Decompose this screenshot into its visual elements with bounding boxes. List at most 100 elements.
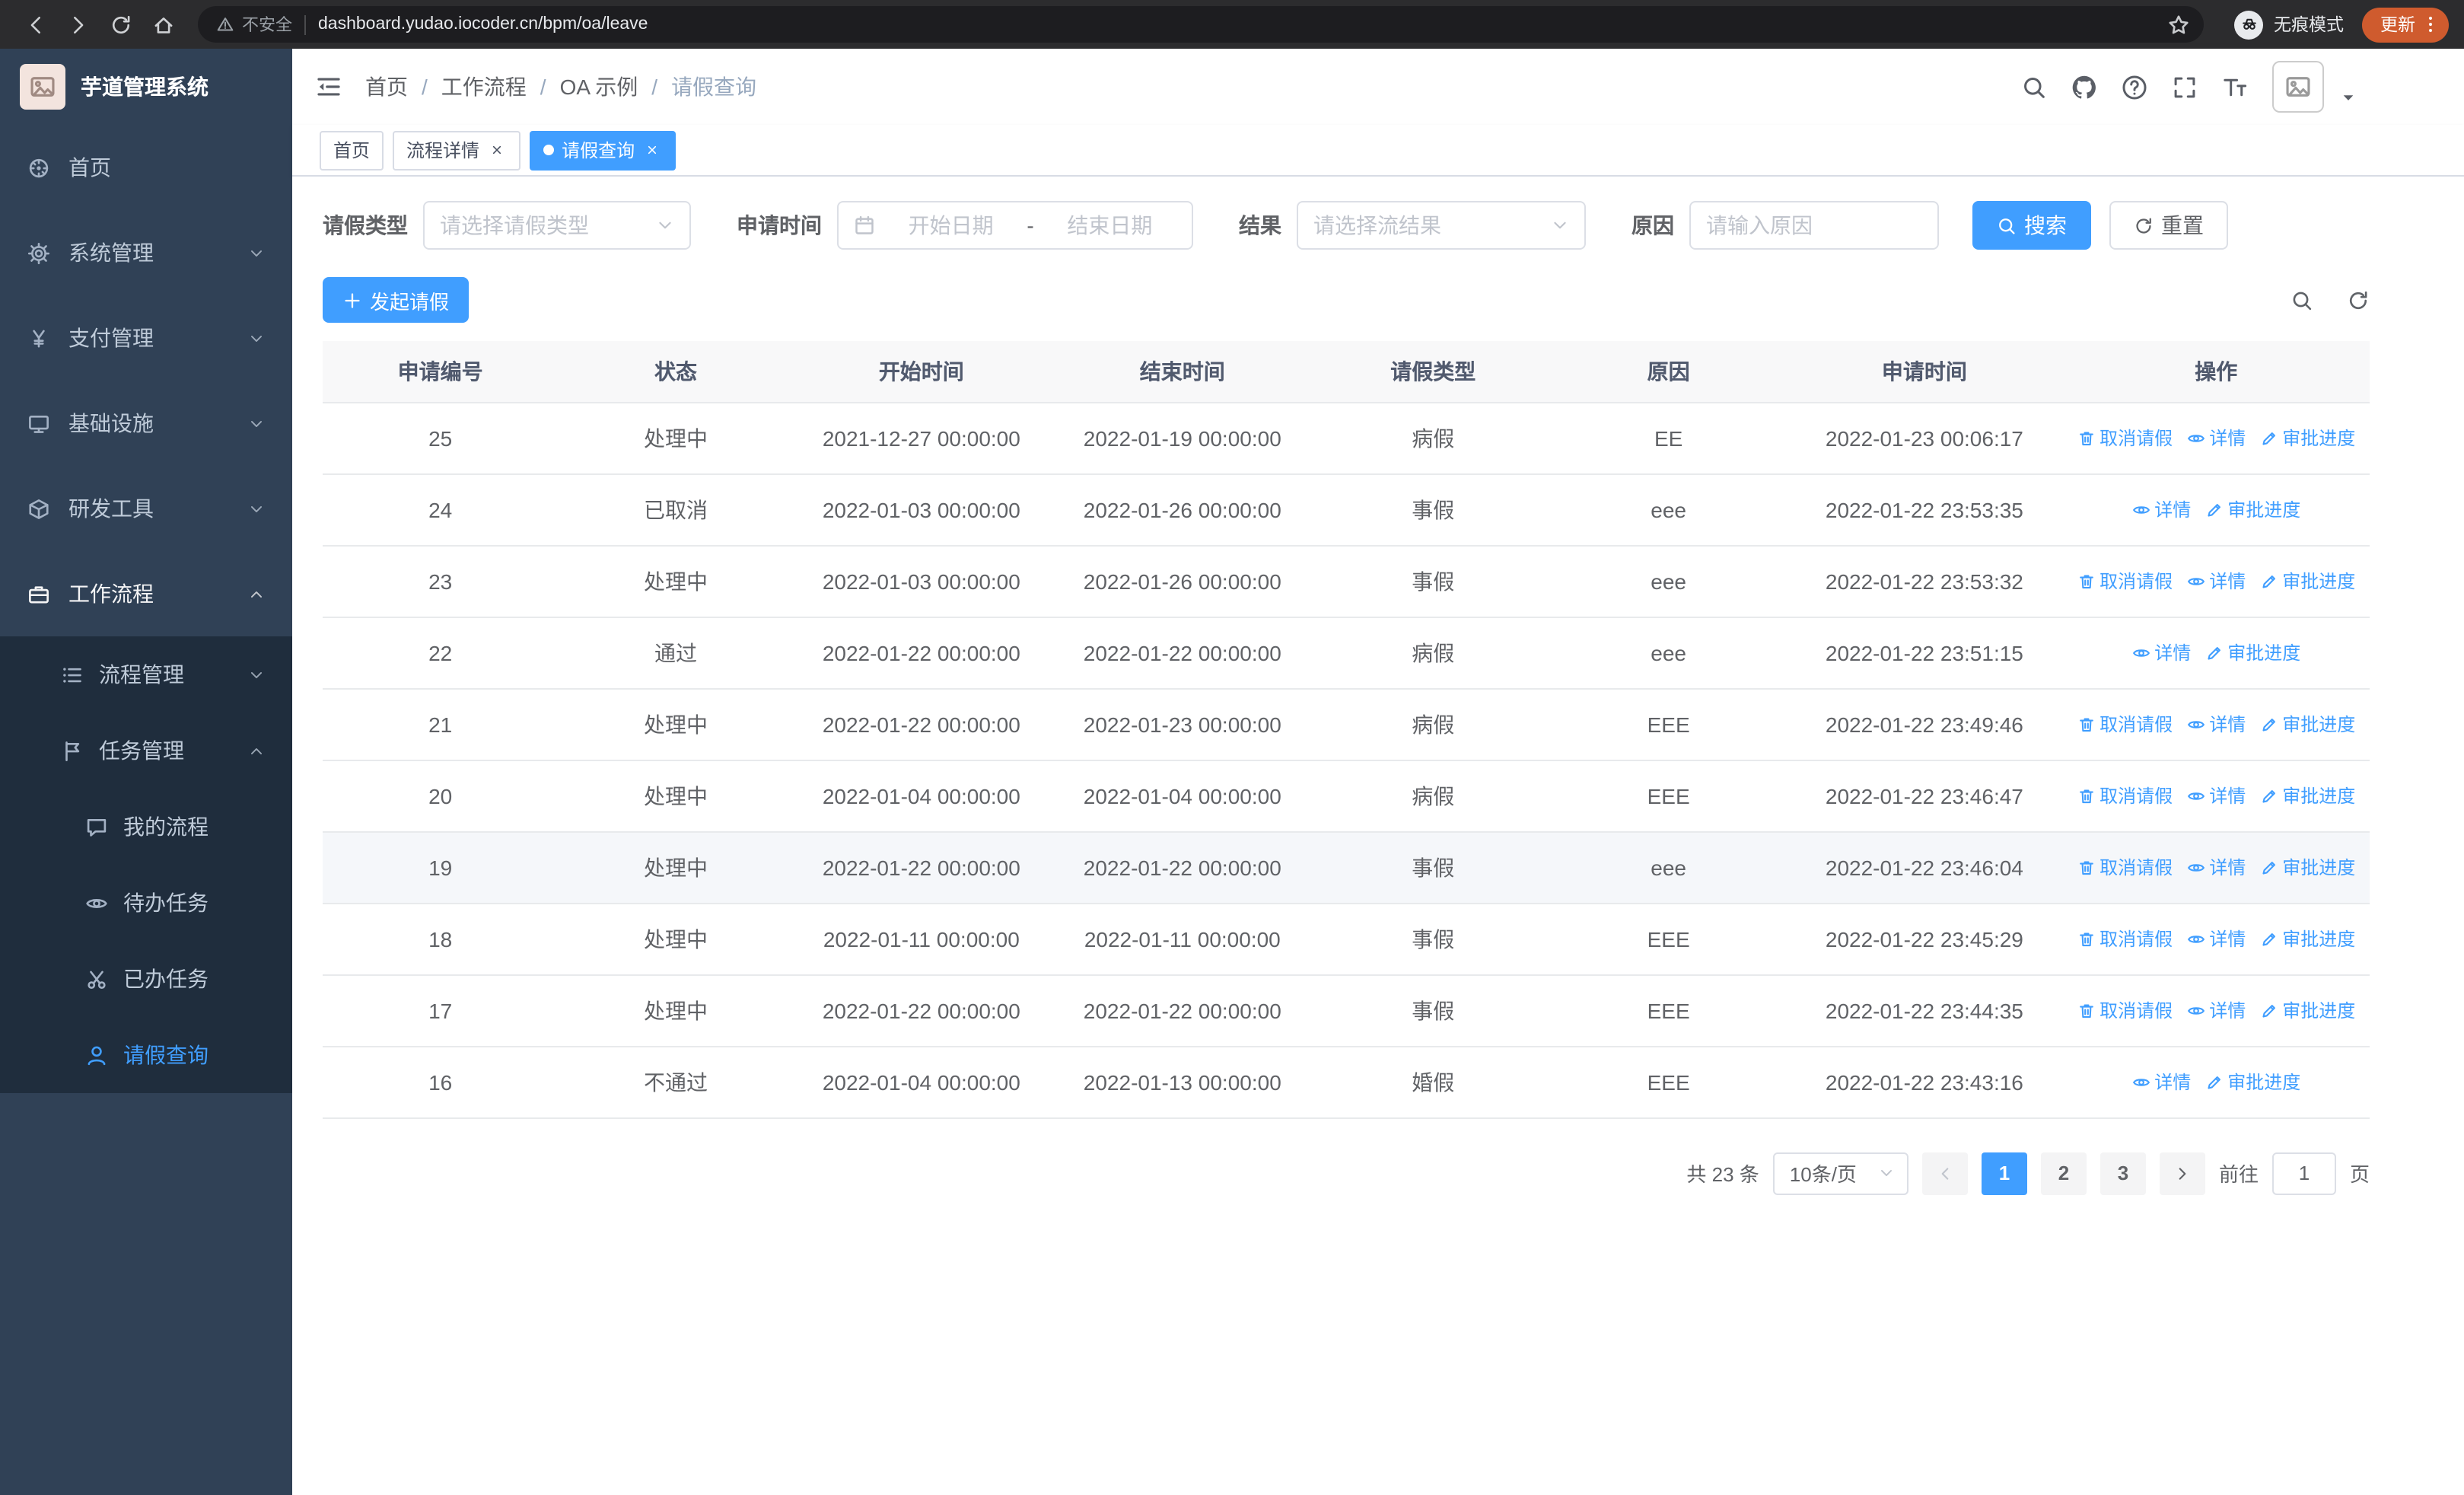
detail-link[interactable]: 详情 — [2131, 639, 2191, 665]
menu-dots-icon[interactable] — [2420, 14, 2441, 35]
approval-progress-link[interactable]: 审批进度 — [2259, 711, 2355, 737]
sidebar-item-infrastructure[interactable]: 基础设施 — [0, 381, 292, 466]
detail-link[interactable]: 详情 — [2186, 711, 2246, 737]
sidebar-item-leave-query[interactable]: 请假查询 — [0, 1017, 292, 1093]
detail-link[interactable]: 详情 — [2186, 425, 2246, 451]
approval-progress-link[interactable]: 审批进度 — [2259, 568, 2355, 594]
breadcrumb-item[interactable]: OA 示例 — [560, 72, 638, 102]
approval-progress-link[interactable]: 审批进度 — [2259, 854, 2355, 880]
approval-progress-link[interactable]: 审批进度 — [2205, 496, 2300, 522]
action-label: 审批进度 — [2227, 642, 2301, 664]
cancel-leave-link[interactable]: 取消请假 — [2077, 926, 2173, 952]
search-icon[interactable] — [2021, 74, 2047, 100]
sidebar-item-payment-management[interactable]: 支付管理 — [0, 295, 292, 381]
sidebar-item-process-management[interactable]: 流程管理 — [0, 636, 292, 712]
sidebar-item-todo-task[interactable]: 待办任务 — [0, 865, 292, 941]
question-icon[interactable] — [2122, 74, 2147, 100]
approval-progress-link[interactable]: 审批进度 — [2205, 639, 2300, 665]
sidebar-item-done-task[interactable]: 已办任务 — [0, 941, 292, 1017]
apply-time-range[interactable]: - — [837, 201, 1193, 250]
page-button-3[interactable]: 3 — [2099, 1152, 2146, 1194]
action-label: 审批进度 — [2282, 714, 2356, 735]
detail-link[interactable]: 详情 — [2186, 854, 2246, 880]
breadcrumb-item[interactable]: 工作流程 — [441, 72, 527, 102]
tab-leave-query[interactable]: 请假查询 — [530, 130, 676, 170]
cancel-leave-link[interactable]: 取消请假 — [2077, 711, 2173, 737]
close-icon[interactable] — [642, 140, 662, 160]
detail-link[interactable]: 详情 — [2186, 926, 2246, 952]
browser-back-button[interactable] — [15, 5, 55, 44]
cell-actions: 取消请假 详情 审批进度 — [2062, 760, 2370, 832]
action-label: 取消请假 — [2099, 857, 2173, 878]
sidebar-item-devtools[interactable]: 研发工具 — [0, 466, 292, 551]
cancel-leave-link[interactable]: 取消请假 — [2077, 568, 2173, 594]
dashboard-icon — [27, 156, 50, 179]
url-text[interactable]: dashboard.yudao.iocoder.cn/bpm/oa/leave — [318, 15, 2155, 33]
reason-input[interactable] — [1706, 213, 1922, 237]
sidebar-item-task-management[interactable]: 任务管理 — [0, 712, 292, 789]
refresh-icon[interactable] — [2347, 288, 2370, 311]
start-date-input[interactable] — [884, 213, 1018, 237]
cancel-leave-link[interactable]: 取消请假 — [2077, 854, 2173, 880]
approval-progress-link[interactable]: 审批进度 — [2205, 1069, 2300, 1095]
leave-type-input[interactable] — [440, 213, 647, 237]
address-bar[interactable]: 不安全 dashboard.yudao.iocoder.cn/bpm/oa/le… — [198, 6, 2204, 43]
approval-progress-link[interactable]: 审批进度 — [2259, 926, 2355, 952]
delete-icon — [2077, 429, 2095, 447]
end-date-input[interactable] — [1043, 213, 1177, 237]
detail-link[interactable]: 详情 — [2186, 783, 2246, 808]
update-button[interactable]: 更新 — [2362, 7, 2449, 42]
approval-progress-link[interactable]: 审批进度 — [2259, 425, 2355, 451]
browser-reload-button[interactable] — [100, 5, 140, 44]
sidebar-item-home[interactable]: 首页 — [0, 125, 292, 210]
app-logo[interactable]: 芋道管理系统 — [0, 49, 292, 125]
page-button-1[interactable]: 1 — [1981, 1152, 2027, 1194]
cancel-leave-link[interactable]: 取消请假 — [2077, 425, 2173, 451]
detail-link[interactable]: 详情 — [2186, 568, 2246, 594]
cell-apply-id: 21 — [323, 688, 559, 760]
briefcase-icon — [27, 582, 50, 605]
bookmark-star-icon[interactable] — [2167, 13, 2190, 36]
sidebar-item-workflow[interactable]: 工作流程 — [0, 551, 292, 636]
cell-end-time: 2022-01-23 00:00:00 — [1049, 688, 1316, 760]
breadcrumb-item[interactable]: 首页 — [365, 72, 408, 102]
result-input[interactable] — [1313, 213, 1542, 237]
result-select[interactable] — [1297, 201, 1586, 250]
search-icon[interactable] — [2291, 288, 2313, 311]
cell-end-time: 2022-01-26 00:00:00 — [1049, 473, 1316, 546]
detail-link[interactable]: 详情 — [2186, 997, 2246, 1023]
sidebar-toggle-button[interactable] — [292, 49, 365, 125]
action-label: 取消请假 — [2099, 1000, 2173, 1022]
caret-down-icon[interactable] — [2339, 88, 2357, 107]
approval-progress-link[interactable]: 审批进度 — [2259, 997, 2355, 1023]
cell-status: 不通过 — [558, 1046, 794, 1118]
sidebar-item-my-process[interactable]: 我的流程 — [0, 789, 292, 865]
cancel-leave-link[interactable]: 取消请假 — [2077, 783, 2173, 808]
page-size-select[interactable]: 10条/页 — [1772, 1152, 1908, 1194]
tab-home[interactable]: 首页 — [320, 130, 384, 170]
fullscreen-icon[interactable] — [2172, 74, 2198, 100]
tab-process-detail[interactable]: 流程详情 — [393, 130, 521, 170]
github-icon[interactable] — [2071, 74, 2097, 100]
close-icon[interactable] — [487, 140, 507, 160]
sidebar-item-system-management[interactable]: 系统管理 — [0, 210, 292, 295]
create-leave-button[interactable]: 发起请假 — [323, 277, 470, 323]
security-warning[interactable]: 不安全 — [216, 12, 292, 37]
reset-button[interactable]: 重置 — [2109, 201, 2228, 250]
browser-forward-button[interactable] — [58, 5, 97, 44]
detail-link[interactable]: 详情 — [2131, 496, 2191, 522]
reason-field[interactable] — [1689, 201, 1939, 250]
prev-page-button[interactable] — [1921, 1152, 1968, 1194]
avatar[interactable] — [2272, 61, 2324, 113]
approval-progress-link[interactable]: 审批进度 — [2259, 783, 2355, 808]
goto-page-input[interactable] — [2271, 1152, 2336, 1194]
browser-home-button[interactable] — [143, 5, 183, 44]
search-button[interactable]: 搜索 — [1972, 201, 2091, 250]
next-page-button[interactable] — [2159, 1152, 2205, 1194]
font-size-icon[interactable] — [2222, 74, 2248, 100]
browser-toolbar: 不安全 dashboard.yudao.iocoder.cn/bpm/oa/le… — [0, 0, 2464, 49]
leave-type-select[interactable] — [423, 201, 691, 250]
cancel-leave-link[interactable]: 取消请假 — [2077, 997, 2173, 1023]
page-button-2[interactable]: 2 — [2040, 1152, 2087, 1194]
detail-link[interactable]: 详情 — [2131, 1069, 2191, 1095]
